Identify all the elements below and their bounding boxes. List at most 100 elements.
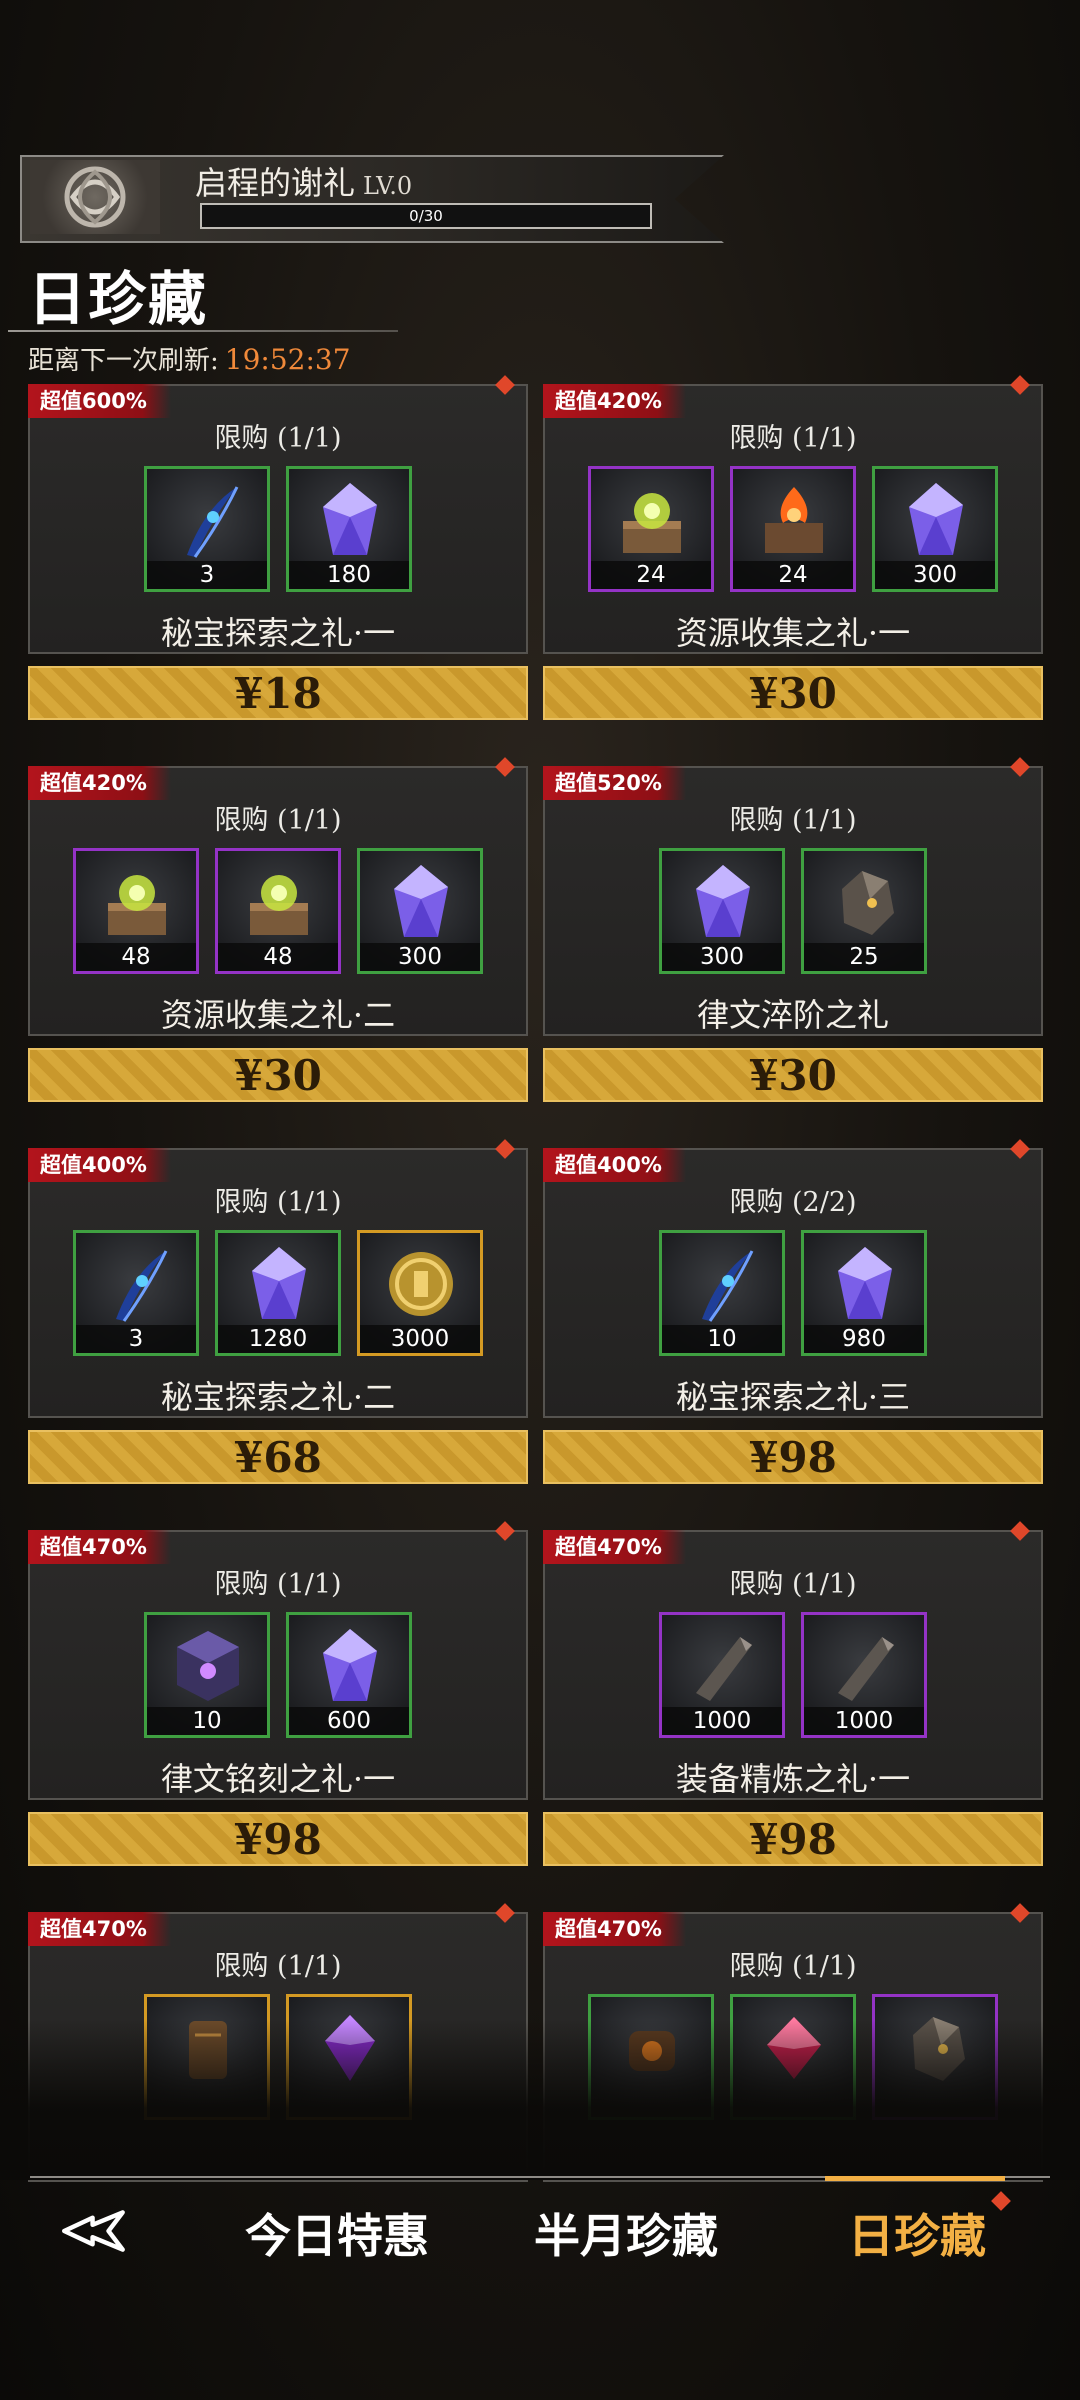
coin-icon	[389, 1252, 453, 1316]
reward-item[interactable]: 1000	[659, 1612, 785, 1738]
crystal-icon	[838, 1247, 892, 1319]
reward-item[interactable]: 1000	[801, 1612, 927, 1738]
reward-count: 24	[733, 561, 853, 589]
reward-count: 1000	[662, 1707, 782, 1735]
purchase-limit: 限购 (1/1)	[729, 423, 857, 454]
reward-count: 3	[76, 1325, 196, 1353]
reward-item[interactable]: 180	[286, 466, 412, 592]
buy-button[interactable]: ¥98	[543, 1430, 1043, 1484]
tab-daily-treasure[interactable]: 日珍藏	[848, 2200, 986, 2266]
reward-item[interactable]: 48	[73, 848, 199, 974]
crystal-icon	[394, 865, 448, 937]
ore-icon	[842, 871, 894, 935]
buy-button[interactable]: ¥18	[28, 666, 528, 720]
gift-card[interactable]: 超值420% 限购 (1/1) 24 24 300 资源收集之礼·一	[543, 375, 1043, 654]
gift-card[interactable]: 超值400% 限购 (2/2) 10 980 秘宝探索之礼·三	[543, 1139, 1043, 1418]
reward-count: 300	[662, 943, 782, 971]
reward-item[interactable]: 3000	[357, 1230, 483, 1356]
chest-icon	[250, 875, 308, 935]
reward-item[interactable]: 300	[659, 848, 785, 974]
value-badge: 超值470%	[543, 1912, 686, 1946]
crystal-icon	[323, 1629, 377, 1701]
reward-item[interactable]: 1280	[215, 1230, 341, 1356]
reward-list: 1000 1000	[545, 1612, 1041, 1738]
reward-item[interactable]: 300	[357, 848, 483, 974]
purchase-limit: 限购 (1/1)	[214, 423, 342, 454]
new-dot-icon	[1010, 1139, 1030, 1159]
reward-item[interactable]: 980	[801, 1230, 927, 1356]
chest-icon	[623, 493, 681, 553]
purchase-limit: 限购 (2/2)	[729, 1187, 857, 1218]
back-button[interactable]	[52, 2196, 142, 2266]
gift-card[interactable]: 超值470% 限购 (1/1) 10 600 律文铭刻之礼·一	[28, 1521, 528, 1800]
gift-card[interactable]: 超值470% 限购 (1/1) 1000 1000 装备精炼之礼·一	[543, 1521, 1043, 1800]
value-badge: 超值470%	[543, 1530, 686, 1564]
reward-item[interactable]: 48	[215, 848, 341, 974]
buy-button[interactable]: ¥98	[28, 1812, 528, 1866]
gift-name: 秘宝探索之礼·三	[675, 1378, 911, 1416]
purchase-limit: 限购 (1/1)	[214, 1187, 342, 1218]
new-dot-icon	[495, 757, 515, 777]
whetstone-icon	[696, 1637, 752, 1701]
value-badge: 超值470%	[28, 1912, 171, 1946]
whetstone-icon	[838, 1637, 894, 1701]
refresh-label: 距离下一次刷新:	[28, 346, 219, 376]
refresh-timer: 19:52:37	[224, 343, 351, 376]
buy-button[interactable]: ¥98	[543, 1812, 1043, 1866]
buy-button[interactable]: ¥30	[543, 1048, 1043, 1102]
gift-card[interactable]: 超值400% 限购 (1/1) 3 1280 3000 秘宝探索之礼·二	[28, 1139, 528, 1418]
buy-button[interactable]: ¥68	[28, 1430, 528, 1484]
gift-name: 律文铭刻之礼·一	[160, 1760, 396, 1798]
value-badge: 超值520%	[543, 766, 686, 800]
reward-item[interactable]: 24	[588, 466, 714, 592]
reward-item[interactable]: 25	[801, 848, 927, 974]
crystal-icon	[909, 483, 963, 555]
reward-count: 300	[875, 561, 995, 589]
purchase-limit: 限购 (1/1)	[729, 1569, 857, 1600]
reward-count: 600	[289, 1707, 409, 1735]
new-dot-icon	[1010, 375, 1030, 395]
reward-item[interactable]: 3	[144, 466, 270, 592]
banner-title: 启程的谢礼 LV.0	[195, 158, 412, 204]
banner-level: LV.0	[363, 172, 413, 200]
gift-name: 资源收集之礼·一	[675, 614, 911, 652]
refresh-row: 距离下一次刷新: 19:52:37	[28, 340, 351, 377]
value-badge: 超值420%	[28, 766, 171, 800]
tab-today-deals[interactable]: 今日特惠	[245, 2200, 429, 2266]
reward-item[interactable]: 10	[659, 1230, 785, 1356]
value-badge: 超值600%	[28, 384, 171, 418]
progress-bar: 0/30	[200, 203, 652, 229]
gift-card[interactable]: 超值420% 限购 (1/1) 48 48 300 资源收集之礼·二	[28, 757, 528, 1036]
back-arrow-icon	[62, 2210, 125, 2252]
reward-item[interactable]: 3	[73, 1230, 199, 1356]
tab-half-month[interactable]: 半月珍藏	[534, 2200, 718, 2266]
rune-cube-icon	[177, 1631, 239, 1701]
crystal-icon	[323, 483, 377, 555]
reward-item[interactable]: 10	[144, 1612, 270, 1738]
banner-title-text: 启程的谢礼	[195, 164, 356, 202]
value-badge: 超值420%	[543, 384, 686, 418]
reward-count: 10	[662, 1325, 782, 1353]
gift-card[interactable]: 超值600% 限购 (1/1) 3 180 秘宝探索之礼·一	[28, 375, 528, 654]
crystal-icon	[252, 1247, 306, 1319]
reward-count: 25	[804, 943, 924, 971]
feather-icon	[187, 486, 239, 558]
reward-item[interactable]: 600	[286, 1612, 412, 1738]
reward-item[interactable]: 24	[730, 466, 856, 592]
gift-card[interactable]: 超值520% 限购 (1/1) 300 25 律文淬阶之礼	[543, 757, 1043, 1036]
reward-count: 10	[147, 1707, 267, 1735]
value-badge: 超值470%	[28, 1530, 171, 1564]
value-badge: 超值400%	[543, 1148, 686, 1182]
purchase-limit: 限购 (1/1)	[214, 1569, 342, 1600]
scroll-fade	[0, 2020, 1080, 2180]
reward-list: 48 48 300	[30, 848, 526, 974]
reward-item[interactable]: 300	[872, 466, 998, 592]
new-dot-icon	[1010, 1903, 1030, 1923]
feather-icon	[116, 1250, 168, 1322]
buy-button[interactable]: ¥30	[543, 666, 1043, 720]
reward-count: 1000	[804, 1707, 924, 1735]
purchase-limit: 限购 (1/1)	[214, 1951, 342, 1982]
buy-button[interactable]: ¥30	[28, 1048, 528, 1102]
reward-count: 3	[147, 561, 267, 589]
gift-name: 秘宝探索之礼·二	[160, 1378, 396, 1416]
